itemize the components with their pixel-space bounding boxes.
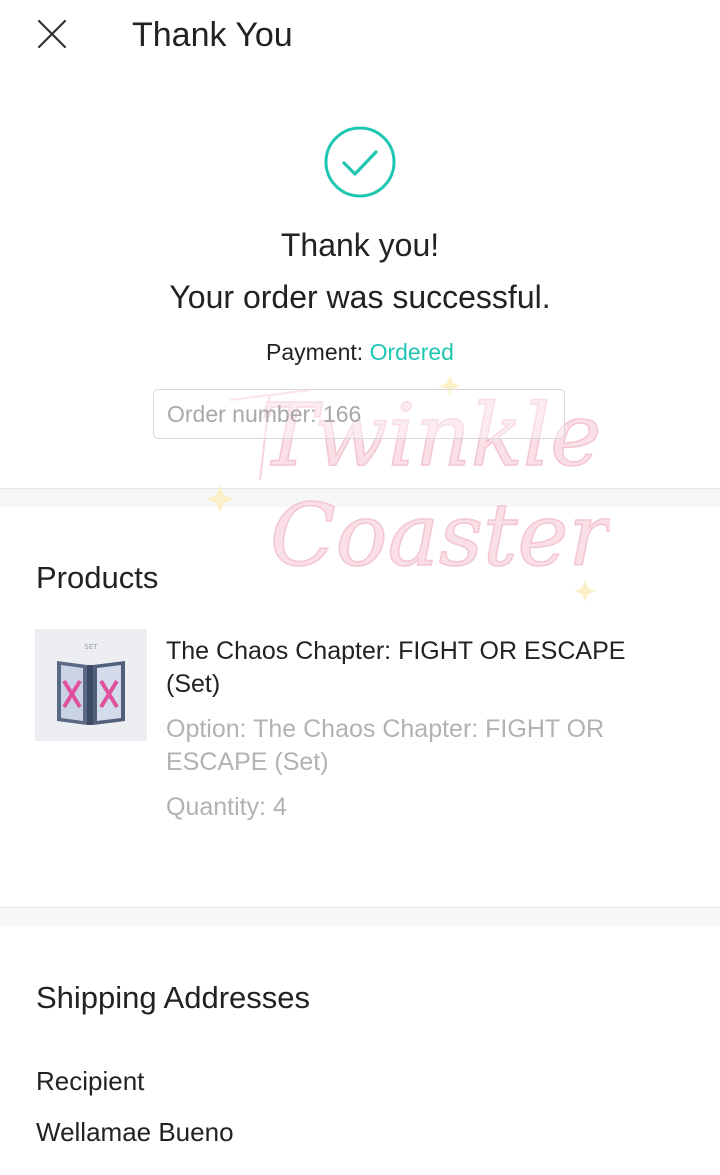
check-circle-icon (324, 126, 396, 198)
shipping-section-title: Shipping Addresses (36, 980, 311, 1015)
product-name[interactable]: The Chaos Chapter: FIGHT OR ESCAPE (Set) (166, 635, 686, 701)
payment-label: Payment: (266, 339, 364, 365)
close-icon (37, 19, 67, 49)
payment-status: Ordered (369, 339, 454, 365)
products-section-title: Products (36, 560, 159, 595)
product-quantity: Quantity: 4 (166, 793, 287, 821)
order-number-text: Order number: 166 (167, 400, 362, 427)
section-divider (0, 907, 720, 926)
top-bar: Thank You (0, 0, 720, 70)
product-option: Option: The Chaos Chapter: FIGHT OR ESCA… (166, 715, 605, 776)
payment-status-row: Payment: Ordered (0, 338, 720, 366)
order-success-message: Your order was successful. (169, 279, 551, 315)
album-set-image: SET (35, 629, 147, 741)
thumb-label: SET (84, 643, 98, 651)
thank-you-heading: Thank you! (280, 227, 440, 263)
recipient-name: Wellamae Bueno (36, 1117, 234, 1147)
section-divider (0, 488, 720, 507)
product-thumbnail[interactable]: SET (35, 629, 147, 741)
recipient-label: Recipient (36, 1066, 145, 1096)
order-number-field[interactable]: Order number: 166 (153, 389, 565, 439)
close-button[interactable] (30, 12, 74, 56)
page-title: Thank You (132, 16, 293, 54)
